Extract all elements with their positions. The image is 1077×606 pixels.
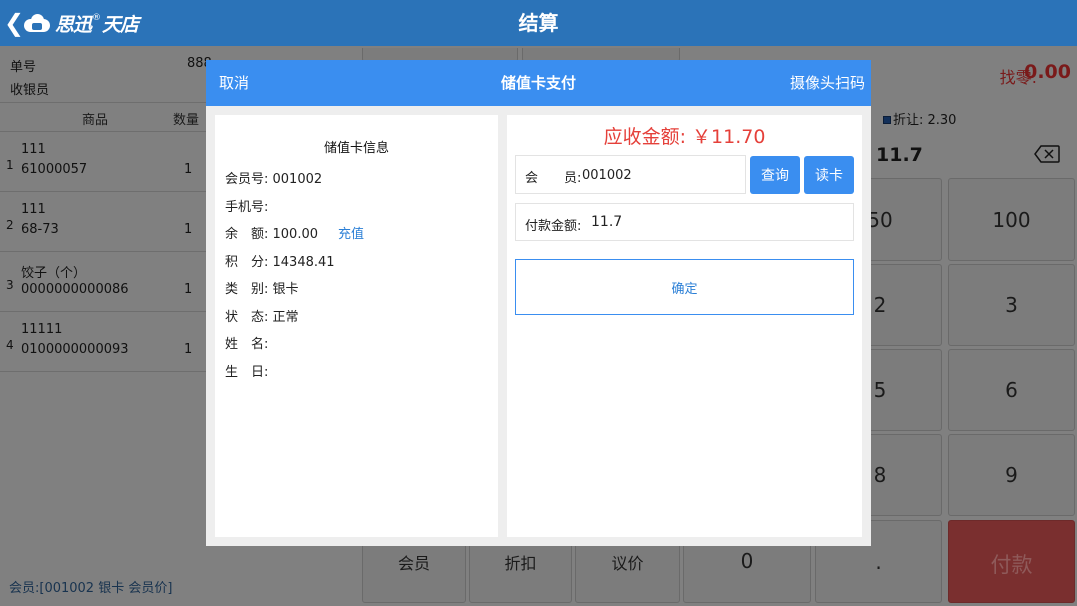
balance-row: 余 额: 100.00 充值 <box>225 223 364 242</box>
member-input[interactable] <box>582 165 732 185</box>
order-no-label: 单号 <box>10 60 37 75</box>
payment-amount-value: 11.7 <box>591 214 623 230</box>
key-100[interactable]: 100 <box>948 178 1075 261</box>
member-field-label: 会 员: <box>525 171 582 186</box>
amount-display: 11.7 <box>876 144 923 166</box>
balance: 余 额: 100.00 <box>225 227 318 242</box>
top-bar: ❮ 思迅 ® 天店 结算 <box>0 0 1077 46</box>
card-info-title: 储值卡信息 <box>323 141 389 156</box>
query-button[interactable]: 查询 <box>750 156 800 194</box>
member-status: 会员:[001002 银卡 会员价] <box>9 581 173 596</box>
points: 积 分: 14348.41 <box>225 255 335 270</box>
col-quantity: 数量 <box>173 113 200 128</box>
card-info-panel: 储值卡信息 会员号: 001002 手机号: 余 额: 100.00 充值 积 分… <box>215 115 498 537</box>
backspace-icon[interactable] <box>1034 145 1060 163</box>
cashier-label: 收银员 <box>10 83 50 98</box>
key-6[interactable]: 6 <box>948 349 1075 431</box>
recharge-link[interactable]: 充值 <box>338 227 364 242</box>
confirm-button[interactable]: 确定 <box>515 259 854 315</box>
phone: 手机号: <box>225 200 269 215</box>
col-product: 商品 <box>82 113 109 128</box>
amount-due: 应收金额: ￥11.70 <box>603 126 766 148</box>
payment-panel: 应收金额: ￥11.70 会 员: 查询 读卡 付款金额: 11.7 确定 <box>507 115 862 537</box>
discount-info: 折让: 2.30 <box>883 109 956 128</box>
camera-scan-button[interactable]: 摄像头扫码 <box>790 60 865 106</box>
birthday: 生 日: <box>225 365 269 380</box>
checkbox-icon[interactable] <box>883 116 891 124</box>
payment-amount-field[interactable]: 付款金额: 11.7 <box>515 203 854 241</box>
dialog-title: 储值卡支付 <box>500 74 576 92</box>
member-no: 会员号: 001002 <box>225 172 323 187</box>
member-field: 会 员: <box>515 155 746 194</box>
dialog-header: 取消 储值卡支付 摄像头扫码 <box>206 60 871 106</box>
change-value: 0.00 <box>1024 61 1071 83</box>
key-3[interactable]: 3 <box>948 264 1075 346</box>
status: 状 态: 正常 <box>225 310 299 325</box>
stored-value-card-dialog: 取消 储值卡支付 摄像头扫码 储值卡信息 会员号: 001002 手机号: 余 … <box>206 60 871 546</box>
pay-button[interactable]: 付款 <box>948 520 1075 603</box>
name: 姓 名: <box>225 337 269 352</box>
read-card-button[interactable]: 读卡 <box>804 156 854 194</box>
page-title: 结算 <box>518 11 559 35</box>
key-9[interactable]: 9 <box>948 434 1075 516</box>
payment-amount-label: 付款金额: <box>525 219 582 234</box>
category: 类 别: 银卡 <box>225 282 299 297</box>
